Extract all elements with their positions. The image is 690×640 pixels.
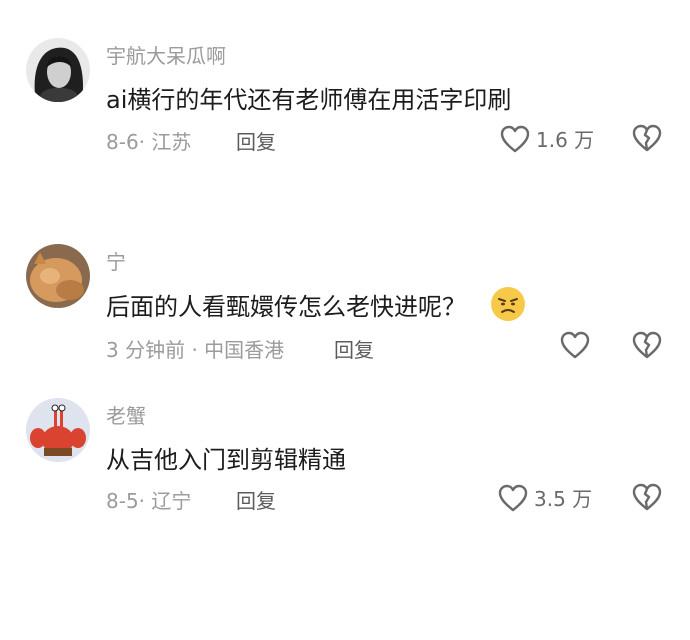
- comment-meta: 8-5· 辽宁: [106, 489, 192, 513]
- reply-button[interactable]: 回复: [236, 485, 276, 514]
- comment-text-body: 后面的人看甄嬛传怎么老快进呢？: [106, 292, 466, 321]
- comment-text-body: 从吉他入门到剪辑精通: [106, 446, 346, 474]
- avatar[interactable]: [26, 244, 90, 308]
- dislike-button[interactable]: [632, 331, 662, 359]
- reply-button[interactable]: 回复: [236, 126, 276, 155]
- dislike-button[interactable]: [632, 124, 662, 152]
- broken-heart-icon: [632, 483, 662, 511]
- avatar[interactable]: [26, 38, 90, 102]
- username[interactable]: 宁: [106, 246, 126, 275]
- reply-button[interactable]: 回复: [334, 334, 374, 363]
- comment-text: 从吉他入门到剪辑精通: [106, 440, 346, 475]
- comment-text-body: ai横行的年代还有老师傅在用活字印刷: [106, 86, 512, 114]
- like-count: 3.5 万: [534, 487, 593, 511]
- broken-heart-icon: [632, 124, 662, 152]
- broken-heart-icon: [632, 331, 662, 359]
- heart-outline-icon: [498, 484, 528, 512]
- like-count: 1.6 万: [536, 128, 595, 152]
- comment-text: 后面的人看甄嬛传怎么老快进呢？: [106, 286, 526, 322]
- avatar[interactable]: [26, 398, 90, 462]
- username[interactable]: 老蟹: [106, 400, 146, 429]
- comment-meta: 8-6· 江苏: [106, 130, 192, 154]
- annoyed-face-emoji: [490, 286, 526, 322]
- comment-meta: 3 分钟前 · 中国香港: [106, 338, 285, 362]
- like-button[interactable]: [560, 331, 590, 359]
- heart-outline-icon: [560, 331, 590, 359]
- comment-text: ai横行的年代还有老师傅在用活字印刷: [106, 80, 511, 115]
- heart-outline-icon: [500, 125, 530, 153]
- dislike-button[interactable]: [632, 483, 662, 511]
- username[interactable]: 宇航大呆瓜啊: [106, 40, 226, 69]
- like-button[interactable]: 1.6 万: [500, 124, 594, 153]
- like-button[interactable]: 3.5 万: [498, 483, 592, 512]
